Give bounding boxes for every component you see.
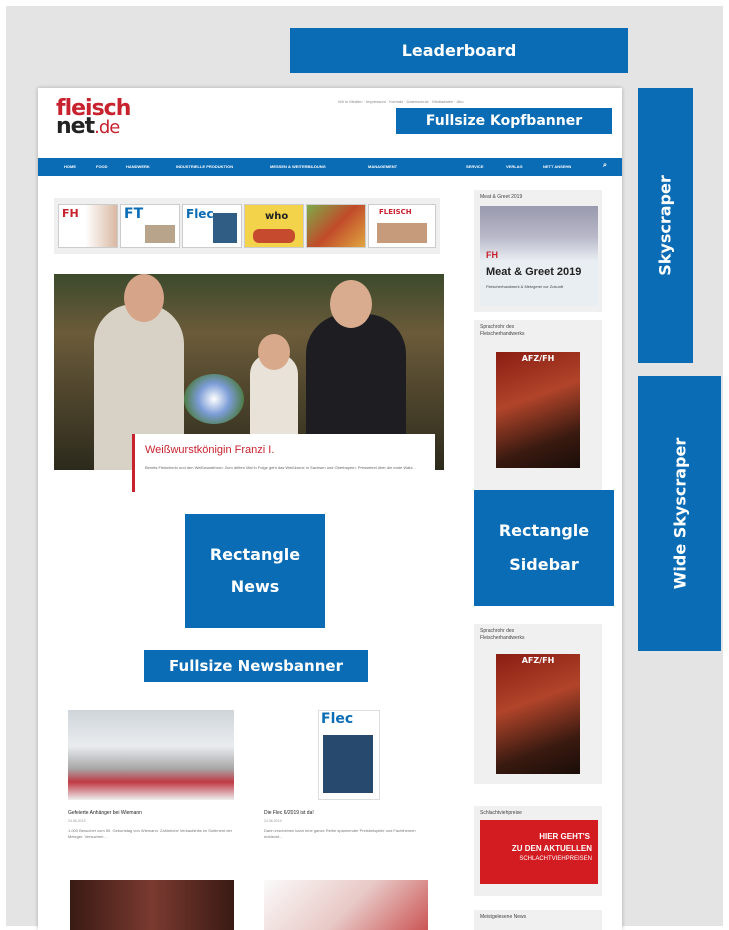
sidebar-box2-label-line2: Fleischerhandwerks (480, 331, 525, 337)
hero-title[interactable]: Weißwurstkönigin Franzi I. (145, 444, 274, 456)
news-image-3[interactable] (70, 880, 234, 930)
logo-net: net (56, 114, 95, 139)
magazine-cover-1-title: AFZ/FH (521, 354, 555, 363)
news-image-2[interactable]: Flec (318, 710, 380, 800)
flec-cover-image (323, 735, 373, 793)
cover-fh[interactable]: FH (58, 204, 118, 248)
hero-person-left-head (124, 274, 164, 322)
fullsize-newsbanner-ad[interactable]: Fullsize Newsbanner (144, 650, 368, 682)
cover-fleisch-image (377, 223, 427, 243)
nav-item-service[interactable]: SERVICE (466, 164, 484, 169)
cover-ft-image (145, 225, 175, 243)
meat-greet-ad[interactable]: FH Meat & Greet 2019 Fleischerhandwerk &… (480, 206, 598, 306)
nav-item-home[interactable]: HOME (64, 164, 76, 169)
news-text-1: 1.000 Besucher zum 50. Geburtstag von Wi… (68, 828, 233, 839)
cover-who-image (253, 229, 295, 243)
cover-who[interactable]: who (244, 204, 304, 248)
schlacht-line1: HIER GEHT'S (539, 832, 590, 841)
hero-person-right-head (330, 280, 372, 328)
news-image-1[interactable] (68, 710, 234, 800)
magazine-cover-2[interactable]: AFZ/FH (496, 654, 580, 774)
meat-greet-title: Meat & Greet 2019 (486, 266, 582, 278)
rectangle-sidebar-ad[interactable]: Rectangle Sidebar (474, 490, 614, 606)
cover-flec-title: Flec (186, 207, 214, 221)
meat-greet-brand: FH (486, 250, 498, 260)
sidebar-box2-label-line1: Sprachrohr des (480, 324, 515, 330)
rectangle-news-ad[interactable]: Rectangle News (185, 514, 325, 628)
flec-cover-title: Flec (321, 711, 354, 727)
sidebar-box-sprachrohr-1: Sprachrohr des Fleischerhandwerks AFZ/FH (474, 320, 602, 490)
cover-ft-title: FT (124, 206, 144, 222)
sidebar-box-sprachrohr-2: Sprachrohr des Fleischerhandwerks AFZ/FH (474, 624, 602, 784)
news-date-1: 24.06.2019 (68, 819, 86, 823)
news-text-2: Darin erscheinen kann eine ganze Reihe s… (264, 828, 416, 839)
nav-item-nett-ansehn[interactable]: NETT ANSEHN (543, 164, 571, 169)
cover-fleisch-title: FLEISCH (379, 208, 412, 216)
cover-who-title: who (265, 211, 289, 222)
magazine-covers-strip: FH FT Flec who FLEISCH (54, 198, 440, 254)
sidebar-box-meat-greet: Meat & Greet 2019 FH Meat & Greet 2019 F… (474, 190, 602, 312)
hero-caption[interactable]: Weißwurstkönigin Franzi I. Bereits Fleis… (132, 434, 435, 492)
schlachtviehpreise-banner[interactable]: HIER GEHT'S ZU DEN AKTUELLEN SCHLACHTVIE… (480, 820, 598, 884)
sidebar-box2-label: Sprachrohr des Fleischerhandwerks (480, 324, 524, 338)
hero-bouquet (184, 374, 244, 424)
cover-flec-image (213, 213, 237, 243)
meat-greet-text: Fleischerhandwerk & Metzgerei vor Zukunf… (486, 284, 564, 289)
rectangle-news-line1: Rectangle (209, 545, 301, 564)
nav-item-handwerk[interactable]: HANDWERK (126, 164, 150, 169)
cover-fh-title: FH (62, 207, 79, 220)
nav-item-industrielle-produktion[interactable]: INDUSTRIELLE PRODUKTION (176, 164, 233, 169)
hero-text: Bereits Fleischerin und den Weißwurstthr… (145, 465, 416, 470)
logo-suffix: .de (94, 117, 120, 138)
news-date-2: 24.06.2019 (264, 819, 282, 823)
sidebar-box3-label: Sprachrohr des Fleischerhandwerks (480, 628, 524, 642)
cover-flec[interactable]: Flec (182, 204, 242, 248)
schlacht-line2: ZU DEN AKTUELLEN (511, 844, 592, 853)
sidebar-box1-label: Meat & Greet 2019 (480, 194, 523, 200)
schlacht-line3: SCHLACHTVIEHPREISEN (519, 856, 592, 862)
sidebar-box-schlachtviehpreise: Schlachtviehpreise HIER GEHT'S ZU DEN AK… (474, 806, 602, 896)
cover-ft[interactable]: FT (120, 204, 180, 248)
site-logo[interactable]: fleisch net.de (56, 98, 131, 138)
fullsize-newsbanner-label: Fullsize Newsbanner (169, 657, 343, 675)
sidebar-box3-label-line2: Fleischerhandwerks (480, 635, 525, 641)
leaderboard-ad[interactable]: Leaderboard (290, 28, 628, 73)
news-title-1[interactable]: Gefeierte Anhänger bei Wiemann (68, 810, 142, 816)
nav-item-messen-weiterbildung[interactable]: MESSEN & WEITERBILDUNG (270, 164, 326, 169)
cover-fleisch[interactable]: FLEISCH (368, 204, 436, 248)
cover-grill[interactable] (306, 204, 366, 248)
leaderboard-label: Leaderboard (401, 41, 517, 60)
wide-skyscraper-label: Wide Skyscraper (670, 437, 689, 590)
hero-queen-head (258, 334, 290, 370)
layout-mockup: Leaderboard Skyscraper Wide Skyscraper f… (0, 0, 729, 930)
top-links[interactable]: Wir in Medien · Impressum · Kontakt · Da… (338, 99, 464, 104)
news-image-4[interactable] (264, 880, 428, 930)
fullsize-kopfbanner-ad[interactable]: Fullsize Kopfbanner (396, 108, 612, 134)
sidebar-box-meistgelesene: Meistgelesene News (474, 910, 602, 930)
search-icon[interactable]: ⌕ (603, 162, 607, 170)
nav-item-verlag[interactable]: VERLAG (506, 164, 523, 169)
magazine-cover-2-title: AFZ/FH (521, 656, 555, 665)
nav-item-management[interactable]: MANAGEMENT (368, 164, 397, 169)
sidebar-box3-label-line1: Sprachrohr des (480, 628, 515, 634)
wide-skyscraper-ad[interactable]: Wide Skyscraper (638, 376, 721, 651)
rectangle-sidebar-line1: Rectangle (498, 521, 590, 540)
skyscraper-ad[interactable]: Skyscraper (638, 88, 693, 363)
news-title-2[interactable]: Die Flec 6/2019 ist da! (264, 810, 314, 816)
rectangle-news-line2: News (230, 577, 280, 596)
main-nav: HOME FOOD HANDWERK INDUSTRIELLE PRODUKTI… (38, 158, 622, 176)
magazine-cover-1[interactable]: AFZ/FH (496, 352, 580, 468)
skyscraper-label: Skyscraper (656, 175, 676, 276)
nav-item-food[interactable]: FOOD (96, 164, 108, 169)
fullsize-kopfbanner-label: Fullsize Kopfbanner (425, 113, 583, 129)
logo-line2: net.de (56, 116, 130, 138)
sidebar-box5-label: Meistgelesene News (480, 914, 527, 920)
rectangle-sidebar-line2: Sidebar (509, 555, 579, 574)
sidebar-box4-label: Schlachtviehpreise (480, 810, 522, 816)
